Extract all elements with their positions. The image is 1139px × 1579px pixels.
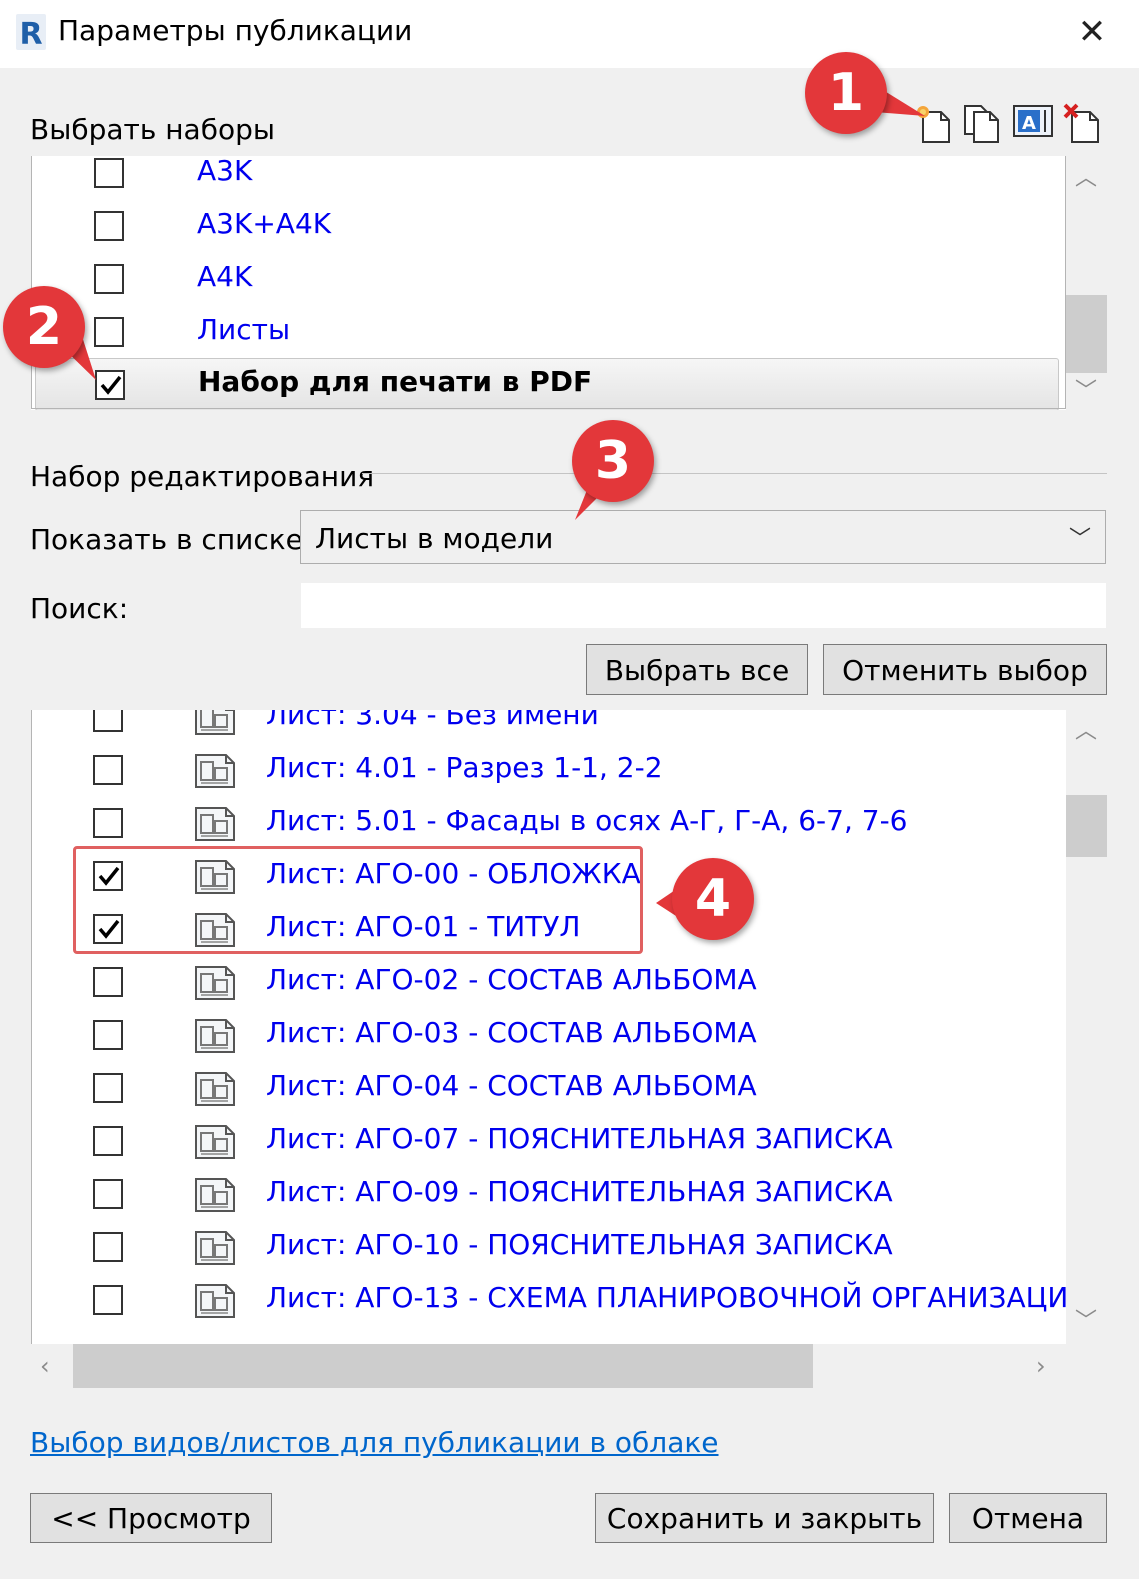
sheet-row[interactable]: Лист: АГО-03 - СОСТАВ АЛЬБОМА	[31, 1010, 1066, 1063]
sheet-checkbox[interactable]	[93, 1285, 123, 1315]
set-checkbox[interactable]	[94, 158, 124, 188]
sheet-label: Лист: 5.01 - Фасады в осях А-Г, Г-А, 6-7…	[266, 804, 908, 837]
horizontal-scroll-thumb[interactable]	[73, 1344, 813, 1388]
sheet-icon	[194, 1177, 236, 1213]
select-sets-label: Выбрать наборы	[30, 113, 275, 146]
sheets-list[interactable]: Лист: 3.04 - Без имени Лист: 4.01 - Разре…	[31, 710, 1066, 1344]
sheet-checkbox[interactable]	[93, 755, 123, 785]
sheet-icon	[194, 710, 236, 736]
close-icon[interactable]: ✕	[1072, 12, 1112, 52]
sheet-checkbox[interactable]	[93, 1073, 123, 1103]
sheet-label: Лист: 4.01 - Разрез 1-1, 2-2	[266, 751, 663, 784]
set-item-selected[interactable]: Набор для печати в PDF	[35, 358, 1059, 410]
sheet-label: Лист: АГО-03 - СОСТАВ АЛЬБОМА	[266, 1016, 757, 1049]
sheet-label: Лист: АГО-07 - ПОЯСНИТЕЛЬНАЯ ЗАПИСКА	[266, 1122, 893, 1155]
sheet-checkbox[interactable]	[93, 1126, 123, 1156]
sheets-list-border	[31, 710, 32, 1344]
set-label: A3K+A4K	[197, 207, 332, 240]
set-checkbox[interactable]	[94, 211, 124, 241]
sheets-scroll-thumb[interactable]	[1066, 795, 1107, 857]
chevron-up-icon[interactable]: ︿	[1071, 167, 1101, 191]
set-label: Набор для печати в PDF	[198, 365, 593, 398]
set-item[interactable]: A4K	[31, 254, 1061, 307]
sheet-label: Лист: АГО-02 - СОСТАВ АЛЬБОМА	[266, 963, 757, 996]
set-item[interactable]: Листы	[31, 307, 1061, 360]
sheet-row[interactable]: Лист: АГО-10 - ПОЯСНИТЕЛЬНАЯ ЗАПИСКА	[31, 1222, 1066, 1275]
sheet-checkbox[interactable]	[93, 1179, 123, 1209]
search-input[interactable]	[301, 583, 1106, 628]
set-item[interactable]: A3K	[31, 156, 1061, 201]
dropdown-value: Листы в модели	[315, 522, 554, 555]
sheet-icon	[194, 1018, 236, 1054]
sheet-checkbox[interactable]	[93, 967, 123, 997]
cancel-button[interactable]: Отмена	[949, 1493, 1107, 1543]
sheet-label: Лист: АГО-10 - ПОЯСНИТЕЛЬНАЯ ЗАПИСКА	[266, 1228, 893, 1261]
sets-scroll-thumb[interactable]	[1066, 295, 1107, 373]
sheet-row[interactable]: Лист: АГО-09 - ПОЯСНИТЕЛЬНАЯ ЗАПИСКА	[31, 1169, 1066, 1222]
svg-text:R: R	[19, 17, 42, 52]
sheet-label: Лист: АГО-13 - СХЕМА ПЛАНИРОВОЧНОЙ ОРГАН…	[266, 1281, 1066, 1314]
sheet-label: Лист: АГО-04 - СОСТАВ АЛЬБОМА	[266, 1069, 757, 1102]
sheet-row[interactable]: Лист: 4.01 - Разрез 1-1, 2-2	[31, 745, 1066, 798]
callout-badge-2: 2	[3, 286, 85, 368]
save-close-button[interactable]: Сохранить и закрыть	[595, 1493, 934, 1543]
sheet-label: Лист: АГО-09 - ПОЯСНИТЕЛЬНАЯ ЗАПИСКА	[266, 1175, 893, 1208]
select-all-button[interactable]: Выбрать все	[586, 644, 808, 695]
callout-badge-3: 3	[572, 420, 654, 502]
highlight-box	[73, 846, 643, 954]
sets-list[interactable]: A3K A3K+A4K A4K Листы Набор для печати в…	[31, 156, 1066, 410]
set-label: A3K	[197, 156, 253, 187]
sheet-checkbox[interactable]	[93, 808, 123, 838]
chevron-right-icon[interactable]: ›	[1036, 1352, 1046, 1380]
sheet-checkbox[interactable]	[93, 1020, 123, 1050]
chevron-down-icon[interactable]: ﹀	[1071, 380, 1101, 404]
revit-app-icon: R	[12, 12, 52, 52]
callout-badge-4: 4	[672, 858, 754, 940]
sheet-row[interactable]: Лист: АГО-04 - СОСТАВ АЛЬБОМА	[31, 1063, 1066, 1116]
cloud-publish-link[interactable]: Выбор видов/листов для публикации в обла…	[30, 1426, 719, 1459]
set-checkbox[interactable]	[94, 264, 124, 294]
sheet-row[interactable]: Лист: АГО-07 - ПОЯСНИТЕЛЬНАЯ ЗАПИСКА	[31, 1116, 1066, 1169]
chevron-left-icon[interactable]: ‹	[40, 1352, 50, 1380]
sheet-icon	[194, 965, 236, 1001]
sheet-icon	[194, 1230, 236, 1266]
sheet-checkbox[interactable]	[93, 1232, 123, 1262]
chevron-down-icon[interactable]: ﹀	[1071, 1310, 1101, 1334]
preview-button[interactable]: << Просмотр	[30, 1493, 272, 1543]
window-title: Параметры публикации	[58, 14, 413, 47]
search-label: Поиск:	[30, 592, 129, 625]
show-in-list-label: Показать в списке:	[30, 523, 313, 556]
set-label: Листы	[197, 313, 291, 346]
sheet-row[interactable]: Лист: АГО-02 - СОСТАВ АЛЬБОМА	[31, 957, 1066, 1010]
chevron-down-icon: ﹀	[1068, 527, 1091, 552]
sheet-icon	[194, 1124, 236, 1160]
sheet-label: Лист: 3.04 - Без имени	[266, 710, 599, 731]
sheet-icon	[194, 806, 236, 842]
chevron-up-icon[interactable]: ︿	[1071, 720, 1101, 744]
sheet-icon	[194, 753, 236, 789]
sheet-row[interactable]: Лист: АГО-13 - СХЕМА ПЛАНИРОВОЧНОЙ ОРГАН…	[31, 1275, 1066, 1328]
show-in-list-dropdown[interactable]: Листы в модели ﹀	[300, 510, 1106, 564]
group-divider	[362, 473, 1107, 474]
svg-text:A: A	[1022, 113, 1036, 134]
set-item[interactable]: A3K+A4K	[31, 201, 1061, 254]
new-set-icon[interactable]	[913, 102, 953, 144]
sheet-icon	[194, 1071, 236, 1107]
deselect-button[interactable]: Отменить выбор	[823, 644, 1107, 695]
set-checkbox-checked[interactable]	[95, 370, 125, 400]
copy-set-icon[interactable]	[962, 102, 1002, 144]
sheet-row[interactable]: Лист: 5.01 - Фасады в осях А-Г, Г-А, 6-7…	[31, 798, 1066, 851]
sheet-row[interactable]: Лист: 3.04 - Без имени	[31, 710, 1066, 745]
rename-set-icon[interactable]: A	[1012, 102, 1053, 144]
set-checkbox[interactable]	[94, 317, 124, 347]
callout-badge-1: 1	[805, 52, 887, 134]
set-label: A4K	[197, 260, 253, 293]
edit-set-group-label: Набор редактирования	[30, 460, 375, 493]
sheet-checkbox[interactable]	[93, 710, 123, 732]
sheet-icon	[194, 1283, 236, 1319]
delete-set-icon[interactable]	[1062, 102, 1102, 144]
